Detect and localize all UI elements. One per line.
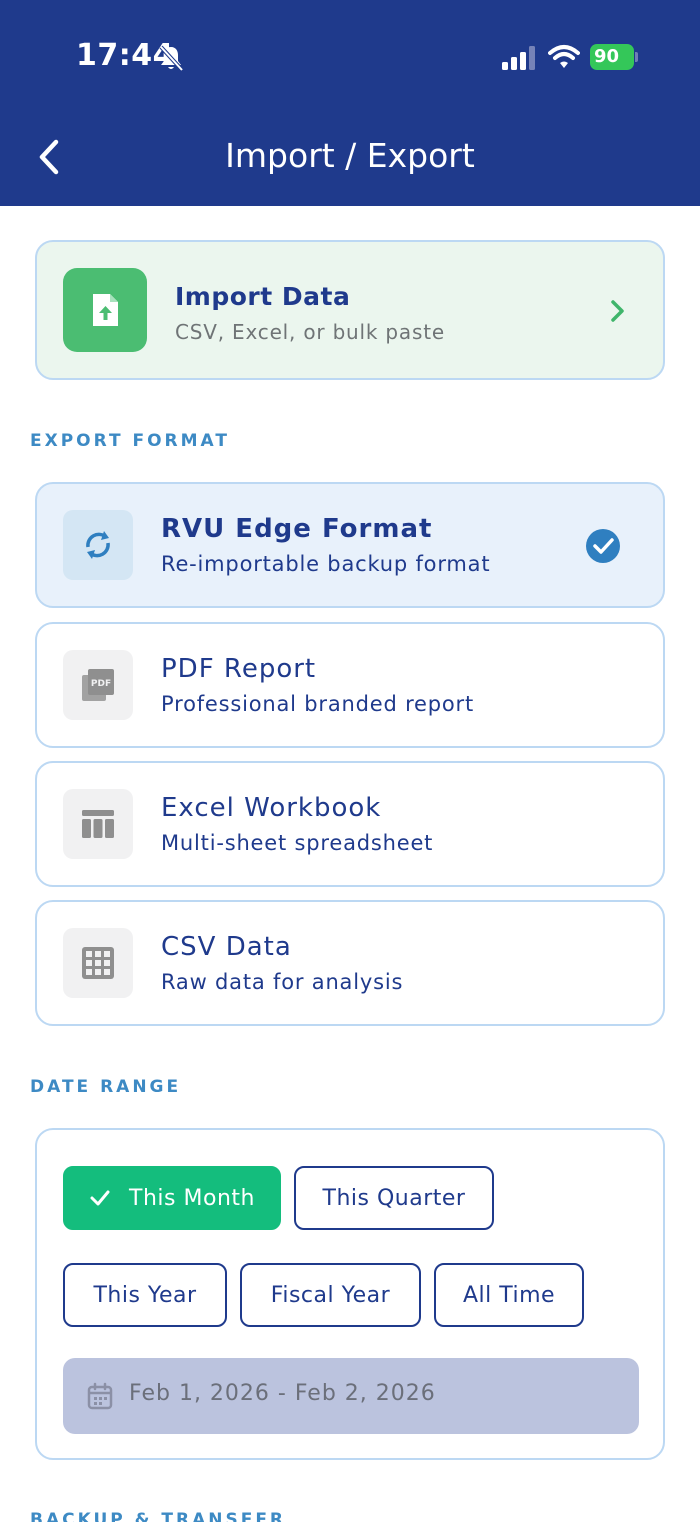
backup-transfer-heading: BACKUP & TRANSFER xyxy=(30,1510,287,1522)
checkmark-circle-icon xyxy=(586,529,620,563)
format-subtitle: Multi-sheet spreadsheet xyxy=(161,831,434,855)
format-option-rvu-edge[interactable]: RVU Edge Format Re-importable backup for… xyxy=(35,482,665,608)
chip-label: Fiscal Year xyxy=(270,1282,391,1308)
format-subtitle: Re-importable backup format xyxy=(161,552,491,576)
import-data-card[interactable]: Import Data CSV, Excel, or bulk paste xyxy=(35,240,665,380)
sync-icon xyxy=(63,510,133,580)
chip-this-month[interactable]: This Month xyxy=(63,1166,281,1230)
chevron-right-icon xyxy=(611,300,624,322)
chip-label: This Quarter xyxy=(322,1185,466,1211)
export-format-heading: EXPORT FORMAT xyxy=(30,431,230,451)
format-title: CSV Data xyxy=(161,932,292,962)
cellular-signal-icon xyxy=(502,46,535,70)
date-range-heading: DATE RANGE xyxy=(30,1077,182,1097)
date-range-text: Feb 1, 2026 - Feb 2, 2026 xyxy=(129,1381,436,1406)
chip-label: This Month xyxy=(129,1185,255,1211)
bell-muted-icon xyxy=(159,45,184,72)
format-subtitle: Raw data for analysis xyxy=(161,970,404,994)
chip-all-time[interactable]: All Time xyxy=(434,1263,584,1327)
chip-label: All Time xyxy=(462,1282,556,1308)
table-icon xyxy=(63,789,133,859)
calendar-icon xyxy=(87,1382,113,1410)
page-title: Import / Export xyxy=(225,136,475,175)
chip-this-year[interactable]: This Year xyxy=(63,1263,227,1327)
battery-level: 90 xyxy=(594,46,620,67)
wifi-icon xyxy=(548,45,580,68)
file-upload-icon xyxy=(63,268,147,352)
grid-icon xyxy=(63,928,133,998)
format-title: RVU Edge Format xyxy=(161,514,433,544)
chip-this-quarter[interactable]: This Quarter xyxy=(294,1166,494,1230)
app-header: 17:44 90 Import / Export xyxy=(0,0,700,206)
format-title: Excel Workbook xyxy=(161,793,382,823)
date-range-card: This Month This Quarter This Year Fiscal… xyxy=(35,1128,665,1460)
format-option-excel[interactable]: Excel Workbook Multi-sheet spreadsheet xyxy=(35,761,665,887)
format-subtitle: Professional branded report xyxy=(161,692,475,716)
date-range-field[interactable]: Feb 1, 2026 - Feb 2, 2026 xyxy=(63,1358,639,1434)
battery-indicator: 90 xyxy=(590,44,638,70)
import-title: Import Data xyxy=(175,282,351,311)
chip-fiscal-year[interactable]: Fiscal Year xyxy=(240,1263,421,1327)
import-subtitle: CSV, Excel, or bulk paste xyxy=(175,320,445,344)
chip-label: This Year xyxy=(93,1282,197,1308)
pdf-icon: PDF xyxy=(63,650,133,720)
format-option-csv[interactable]: CSV Data Raw data for analysis xyxy=(35,900,665,1026)
format-title: PDF Report xyxy=(161,654,317,684)
check-icon xyxy=(90,1190,110,1206)
format-option-pdf[interactable]: PDF PDF Report Professional branded repo… xyxy=(35,622,665,748)
svg-text:PDF: PDF xyxy=(91,679,111,689)
